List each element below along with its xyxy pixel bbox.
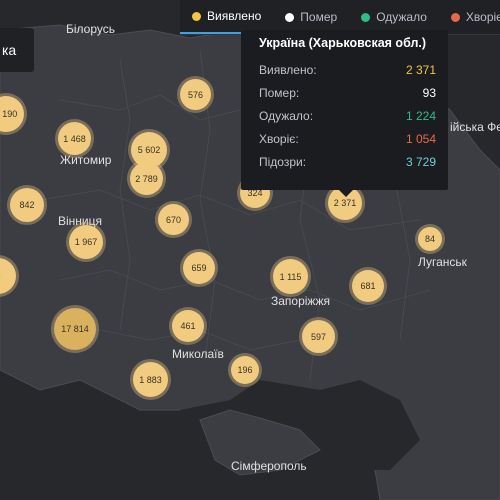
city-label-russia: ійська Фе [450,120,500,134]
tooltip-label: Одужало: [259,108,314,123]
recovered-dot-icon [361,12,371,22]
tooltip-value: 2 371 [405,62,436,77]
tooltip-label: Хворіє: [259,131,299,146]
city-label-zhytomyr: Житомир [60,153,112,167]
cluster-marker[interactable]: 84 [418,227,442,251]
tab-sick[interactable]: Хворіє [439,0,500,34]
tooltip-row-recovered: Одужало: 1 224 [259,104,436,127]
tooltip-value: 1 054 [405,131,436,146]
sick-dot-icon [450,12,460,22]
tooltip-row-died: Помер: 93 [259,81,436,104]
cluster-marker[interactable]: 842 [10,188,44,222]
cluster-marker[interactable]: 659 [183,252,215,284]
search-box[interactable]: ка [0,28,34,72]
tooltip-value: 93 [422,85,436,100]
tab-label: Одужало [376,10,427,24]
tooltip-label: Помер: [259,85,300,100]
tooltip-value: 1 224 [405,108,436,123]
tooltip-row-detected: Виявлено: 2 371 [259,58,436,81]
tooltip-row-sick: Хворіє: 1 054 [259,127,436,150]
cluster-marker[interactable]: 1 115 [273,259,308,294]
city-label-mykolaiv: Миколаїв [172,347,224,361]
tooltip-title: Україна (Харьковская обл.) [259,36,427,50]
tab-recovered[interactable]: Одужало [349,0,439,34]
region-tooltip: Україна (Харьковская обл.) Виявлено: 2 3… [241,30,448,197]
cluster-marker[interactable]: 461 [172,310,204,342]
cluster-marker[interactable]: 681 [352,270,384,302]
tooltip-value: 3 729 [405,154,436,169]
search-text: ка [2,42,17,58]
cluster-marker[interactable]: 1 883 [133,362,168,397]
cluster-marker[interactable]: 196 [231,356,259,384]
cluster-marker[interactable]: 1 967 [69,225,103,259]
tooltip-label: Підозри: [259,154,307,169]
tab-label: Виявлено [207,9,262,23]
cluster-marker[interactable]: 17 814 [54,308,96,350]
cluster-marker[interactable]: 2 789 [130,162,163,195]
cluster-marker[interactable]: 670 [158,204,189,235]
city-label-simferopol: Сімферополь [231,459,307,473]
city-label-belarus: Білорусь [66,22,116,36]
cluster-marker[interactable]: 597 [302,320,335,353]
detected-dot-icon [192,11,201,21]
tab-label: Помер [300,10,338,24]
city-label-luhansk: Луганськ [418,255,467,269]
tab-detected[interactable]: Виявлено [180,0,274,34]
tab-label: Хворіє [465,10,500,24]
cluster-marker[interactable]: 1 468 [58,122,91,155]
tooltip-label: Виявлено: [259,62,317,77]
city-label-zaporizhzhia: Запоріжжя [271,294,330,308]
cluster-marker[interactable]: 576 [180,79,211,110]
tab-died[interactable]: Помер [273,0,349,34]
tooltip-row-suspected: Підозри: 3 729 [259,150,436,173]
died-dot-icon [285,12,295,22]
